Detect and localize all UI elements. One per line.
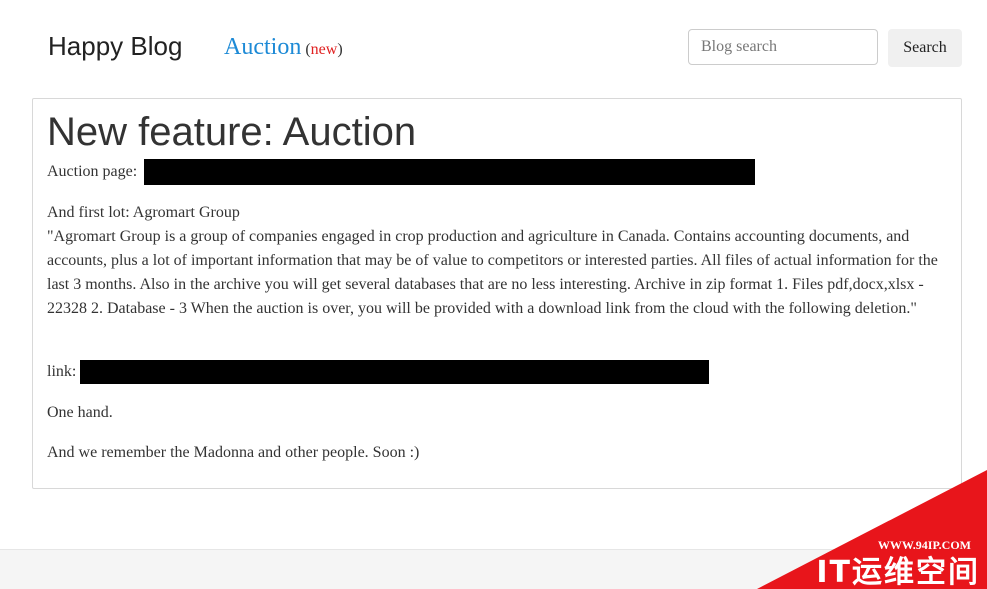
search-button[interactable]: Search [888, 29, 962, 67]
nav-new-badge: (new) [305, 41, 342, 58]
first-lot-line: And first lot: Agromart Group [47, 204, 240, 221]
redacted-link-url [80, 360, 709, 384]
lot-description-quote: "Agromart Group is a group of companies … [47, 228, 938, 317]
closing-line: And we remember the Madonna and other pe… [47, 444, 420, 461]
auction-page-label: Auction page: [47, 163, 138, 180]
badge-text: new [310, 41, 338, 58]
redacted-auction-url [144, 159, 755, 185]
nav-auction-label: Auction [224, 34, 302, 60]
blog-brand[interactable]: Happy Blog [48, 31, 182, 62]
nav-auction-link[interactable]: Auction (new) [224, 34, 343, 61]
link-label: link: [47, 363, 77, 380]
post-title: New feature: Auction [47, 110, 417, 154]
badge-paren-close: ) [337, 41, 343, 58]
blog-search-input[interactable] [688, 29, 878, 65]
one-hand-line: One hand. [47, 404, 113, 421]
post-card: New feature: Auction Auction page: And f… [32, 98, 962, 489]
page-footer [0, 549, 987, 589]
